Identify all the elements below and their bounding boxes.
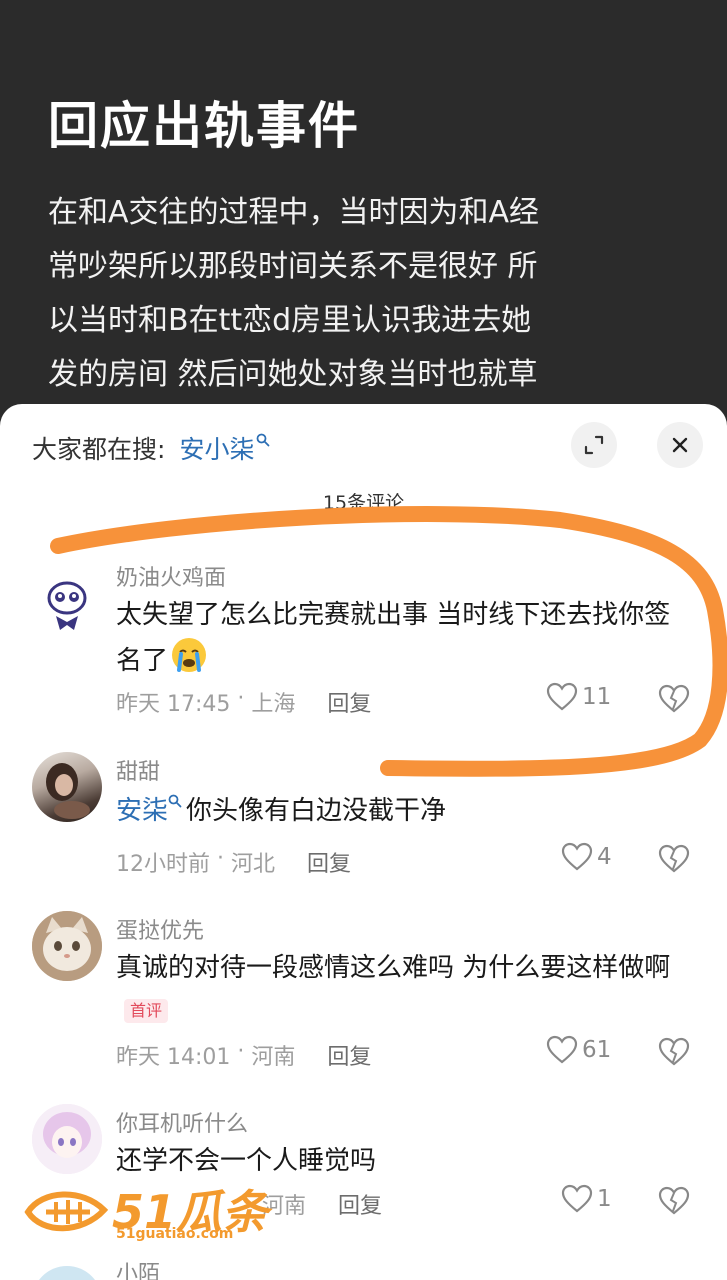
like-count: 1 <box>597 1186 612 1212</box>
heart-icon <box>546 682 578 711</box>
avatar[interactable] <box>32 752 102 822</box>
meta-separator: · <box>230 1039 252 1064</box>
comment-time: 12小时前 <box>116 852 210 877</box>
like-count: 61 <box>582 1037 612 1063</box>
like-count: 4 <box>597 844 612 870</box>
comment-location: 河南 <box>251 1045 296 1070</box>
robot-avatar-icon <box>47 581 87 630</box>
trending-search-label: 大家都在搜: <box>32 435 166 464</box>
heart-icon <box>546 1035 578 1064</box>
first-comment-badge: 首评 <box>124 998 169 1023</box>
reply-button[interactable]: 回复 <box>327 686 371 718</box>
dislike-button[interactable] <box>658 844 690 878</box>
anime-avatar-icon <box>32 1104 102 1174</box>
dislike-button[interactable] <box>658 684 690 718</box>
comment-text-content: 真诚的对待一段感情这么难吗 为什么要这样做啊 <box>116 953 671 983</box>
dislike-button[interactable] <box>658 1186 690 1220</box>
comment-time: 昨天 14:01 <box>116 1045 231 1070</box>
like-count: 11 <box>582 684 612 710</box>
search-icon <box>257 433 270 447</box>
reply-button[interactable]: 回复 <box>307 846 351 878</box>
comment-location: 河北 <box>230 852 275 877</box>
comment-location: 上海 <box>251 692 296 717</box>
post-body-line: 常吵架所以那段时间关系不是很好 所 <box>48 249 538 284</box>
dislike-button[interactable] <box>658 1037 690 1071</box>
comment-text: 安柒 你头像有白边没截干净 <box>116 790 696 832</box>
trending-search-term[interactable]: 安小柒 <box>179 430 254 466</box>
comment-username[interactable]: 甜甜 <box>116 754 160 786</box>
avatar[interactable] <box>32 911 102 981</box>
comment-sheet: 大家都在搜: 安小柒 15条评论 奶油火鸡面 太失望了怎么比完赛就出事 当时线下… <box>0 404 727 1280</box>
meta-separator: · <box>210 846 231 871</box>
reply-button[interactable]: 回复 <box>327 1039 371 1071</box>
avatar[interactable] <box>32 1104 102 1174</box>
watermark-url: 51guatiao.com <box>116 1226 234 1242</box>
expand-button[interactable] <box>571 422 617 468</box>
comment-text: 真诚的对待一段感情这么难吗 为什么要这样做啊首评 <box>116 947 696 1031</box>
comment-username[interactable]: 蛋挞优先 <box>116 913 204 945</box>
comment-text: 太失望了怎么比完赛就出事 当时线下还去找你签名了 <box>116 594 696 687</box>
expand-icon <box>584 435 604 455</box>
avatar[interactable] <box>32 572 102 642</box>
meta-separator: · <box>230 686 252 711</box>
like-button[interactable]: 1 <box>561 1184 612 1214</box>
comment-meta: 12小时前 · 河北 回复 <box>116 846 351 878</box>
heart-icon <box>561 1184 593 1213</box>
avatar[interactable] <box>32 1266 102 1280</box>
trending-search[interactable]: 大家都在搜: 安小柒 <box>32 428 270 468</box>
post-area: 回应出轨事件 在和A交往的过程中，当时因为和A经 常吵架所以那段时间关系不是很好… <box>0 0 727 430</box>
comment-username[interactable]: 你耳机听什么 <box>116 1106 248 1138</box>
broken-heart-icon <box>658 684 690 713</box>
comment-meta: 昨天 14:01 · 河南 回复 <box>116 1039 371 1071</box>
comment-count: 15条评论 <box>322 492 405 514</box>
close-button[interactable] <box>657 422 703 468</box>
comment-text-content: 你头像有白边没截干净 <box>186 796 447 826</box>
broken-heart-icon <box>658 844 690 873</box>
comment-meta: 河南 回复 <box>262 1188 382 1220</box>
comment-username[interactable]: 奶油火鸡面 <box>116 560 226 592</box>
person-avatar-icon <box>46 763 90 819</box>
fish-logo-icon <box>24 1191 109 1232</box>
cat-avatar-icon <box>32 911 102 981</box>
like-button[interactable]: 61 <box>546 1035 611 1065</box>
screen: 回应出轨事件 在和A交往的过程中，当时因为和A经 常吵架所以那段时间关系不是很好… <box>0 0 727 1280</box>
comment-text-content: 还学不会一个人睡觉吗 <box>116 1146 377 1176</box>
post-body-line: 在和A交往的过程中，当时因为和A经 <box>48 195 540 230</box>
comment-location: 河南 <box>262 1194 307 1219</box>
comment-username[interactable]: 小陌 <box>116 1256 160 1280</box>
comment-meta: 昨天 17:45 · 上海 回复 <box>116 686 371 718</box>
post-body: 在和A交往的过程中，当时因为和A经 常吵架所以那段时间关系不是很好 所 以当时和… <box>48 186 588 402</box>
crying-emoji-icon <box>170 636 208 687</box>
post-body-line: 发的房间 然后问她处对象当时也就草 <box>48 357 538 392</box>
broken-heart-icon <box>658 1186 690 1215</box>
watermark-logo: 51瓜条 51guatiao.com <box>22 1176 268 1242</box>
search-icon <box>168 794 182 808</box>
like-button[interactable]: 4 <box>561 842 612 872</box>
mention-link[interactable]: 安柒 <box>116 796 168 826</box>
reply-button[interactable]: 回复 <box>338 1188 382 1220</box>
comment-time: 昨天 17:45 <box>116 692 231 717</box>
like-button[interactable]: 11 <box>546 682 611 712</box>
broken-heart-icon <box>658 1037 690 1066</box>
heart-icon <box>561 842 593 871</box>
post-title: 回应出轨事件 <box>48 97 360 155</box>
close-icon <box>672 437 688 453</box>
post-body-line: 以当时和B在tt恋d房里认识我进去她 <box>48 303 532 338</box>
